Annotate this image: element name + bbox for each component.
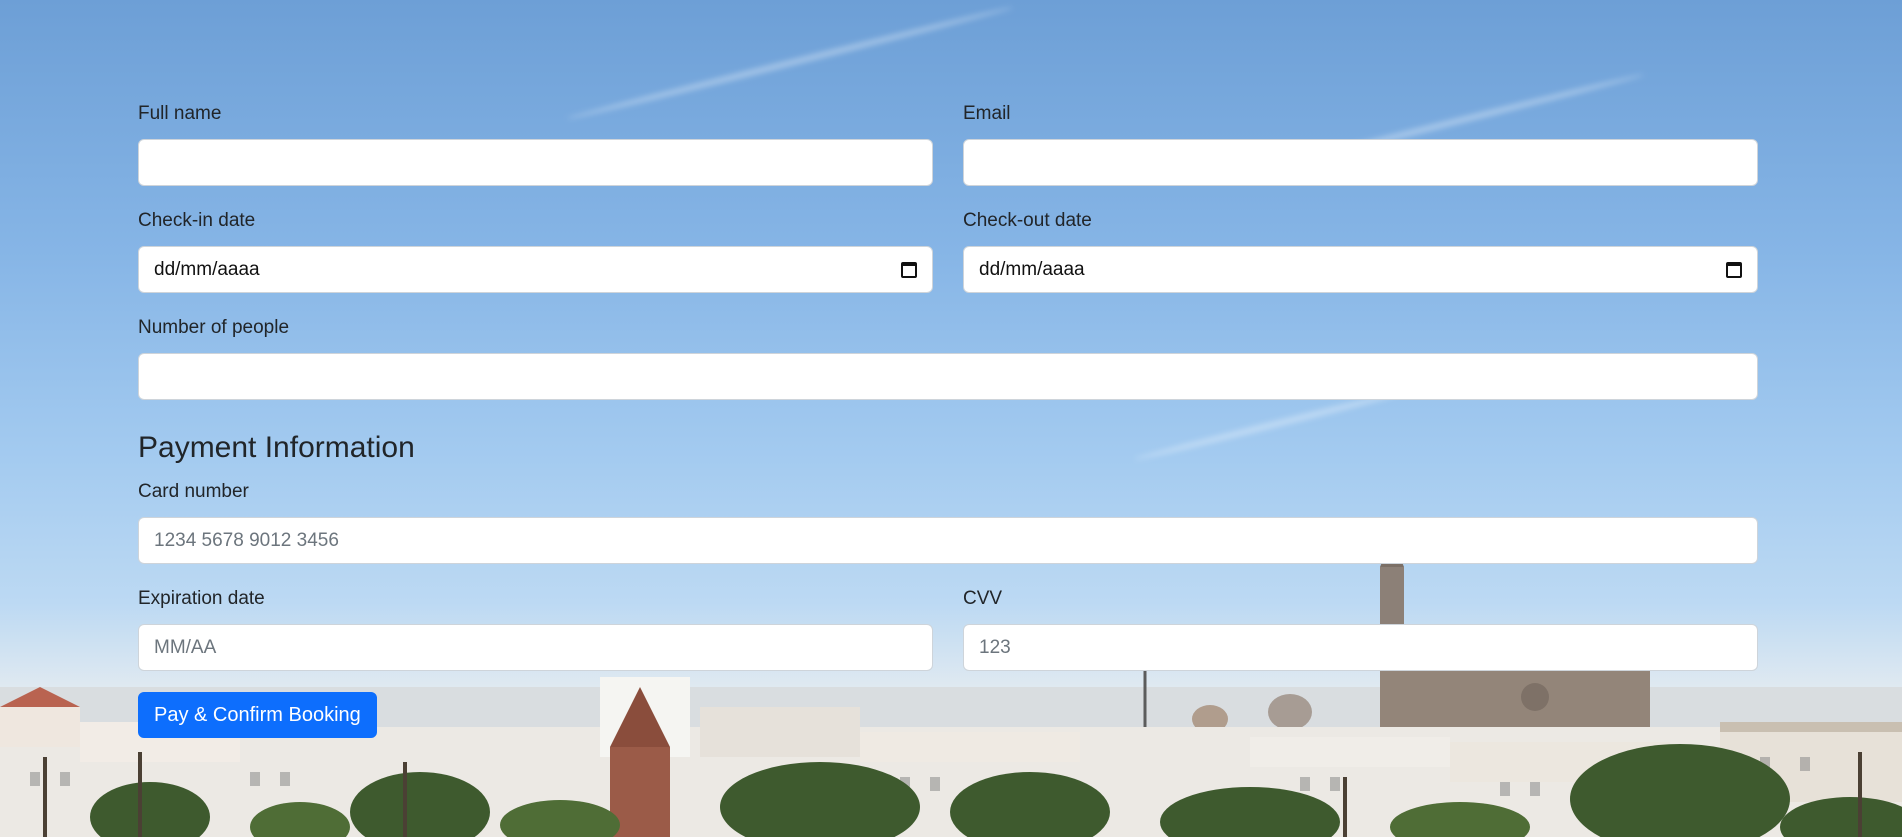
people-group: Number of people xyxy=(138,317,1758,400)
calendar-icon[interactable] xyxy=(1726,261,1742,278)
expiration-input[interactable] xyxy=(138,624,933,671)
check-in-date-input[interactable]: dd/mm/aaaa xyxy=(138,246,933,293)
pay-confirm-booking-button[interactable]: Pay & Confirm Booking xyxy=(138,692,377,738)
check-out-date-value: dd/mm/aaaa xyxy=(979,258,1085,280)
check-out-group: Check-out date dd/mm/aaaa xyxy=(963,210,1758,293)
email-input[interactable] xyxy=(963,139,1758,186)
check-out-date-input[interactable]: dd/mm/aaaa xyxy=(963,246,1758,293)
check-in-label: Check-in date xyxy=(138,210,256,231)
people-input[interactable] xyxy=(138,353,1758,400)
card-number-input[interactable] xyxy=(138,517,1758,564)
cvv-input[interactable] xyxy=(963,624,1758,671)
people-label: Number of people xyxy=(138,317,290,338)
expiration-label: Expiration date xyxy=(138,588,265,609)
card-number-label: Card number xyxy=(138,481,249,502)
check-in-group: Check-in date dd/mm/aaaa xyxy=(138,210,933,293)
email-group: Email xyxy=(963,103,1758,186)
card-number-group: Card number xyxy=(138,481,1758,564)
city-skyline-background xyxy=(0,537,1902,837)
expiration-group: Expiration date xyxy=(138,588,933,671)
email-label: Email xyxy=(963,103,1011,124)
calendar-icon[interactable] xyxy=(901,261,917,278)
payment-section-title: Payment Information xyxy=(138,431,415,464)
full-name-label: Full name xyxy=(138,103,222,124)
full-name-input[interactable] xyxy=(138,139,933,186)
form-row-exp-cvv: Expiration date CVV xyxy=(138,588,1758,671)
full-name-group: Full name xyxy=(138,103,933,186)
check-in-date-value: dd/mm/aaaa xyxy=(154,258,260,280)
cvv-group: CVV xyxy=(963,588,1758,671)
cvv-label: CVV xyxy=(963,588,1003,609)
form-row-dates: Check-in date dd/mm/aaaa Check-out date … xyxy=(138,210,1758,293)
form-row-name-email: Full name Email xyxy=(138,103,1758,186)
check-out-label: Check-out date xyxy=(963,210,1092,231)
